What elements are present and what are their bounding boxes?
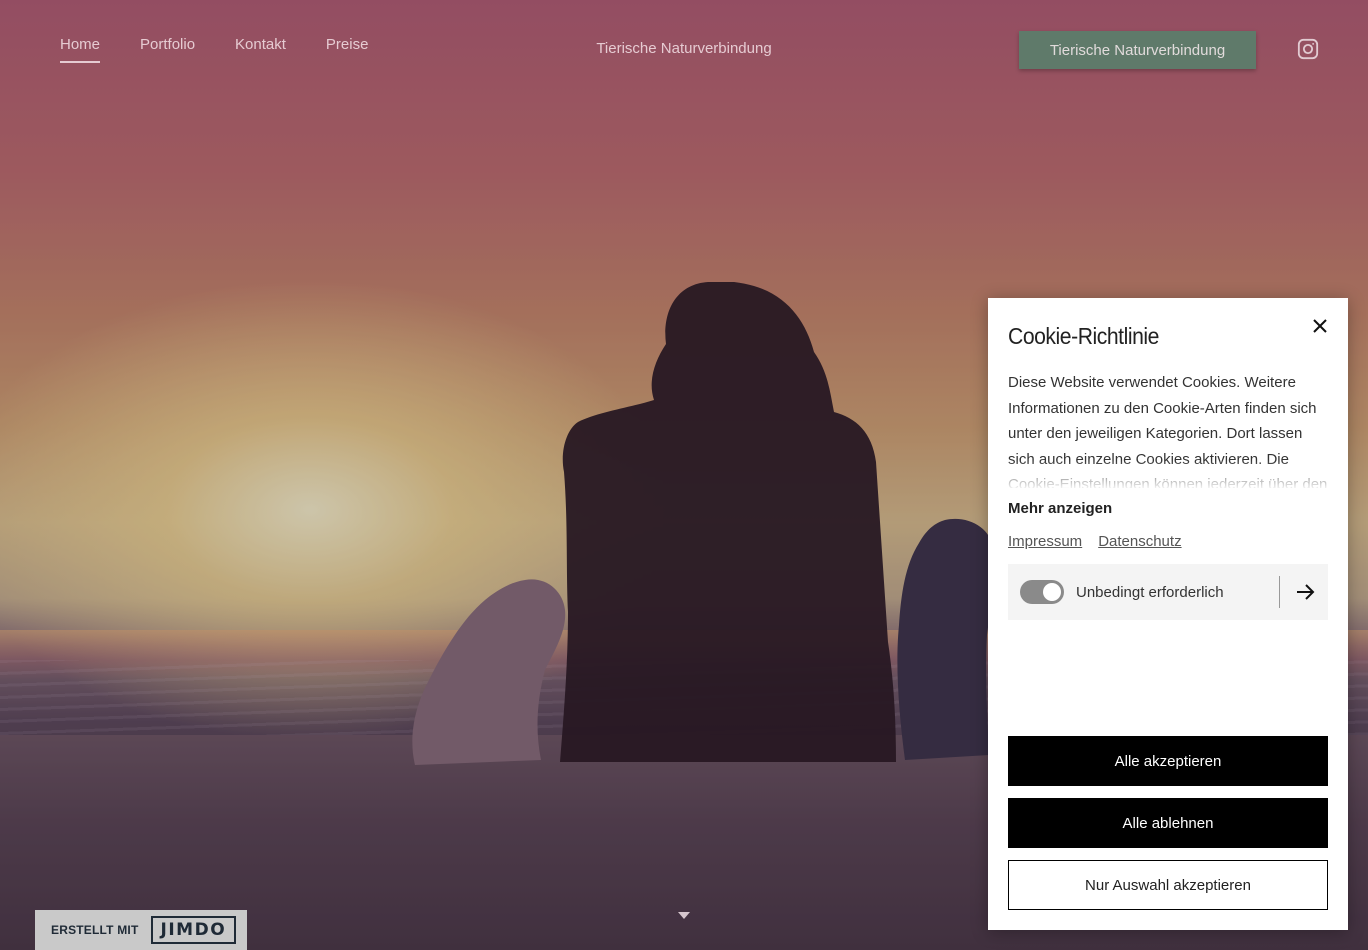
toggle-label: Unbedingt erforderlich <box>1076 583 1224 601</box>
jimdo-made-with: ERSTELLT MIT <box>51 923 139 937</box>
impressum-link[interactable]: Impressum <box>1008 533 1082 550</box>
cookie-category-row: Unbedingt erforderlich <box>1008 564 1328 620</box>
text-fade <box>1008 460 1328 488</box>
accept-all-button[interactable]: Alle akzeptieren <box>1008 736 1328 786</box>
site-title[interactable]: Tierische Naturverbindung <box>596 40 771 57</box>
cookie-text-container[interactable]: Diese Website verwendet Cookies. Weitere… <box>1008 370 1328 488</box>
toggle-knob <box>1043 583 1061 601</box>
scroll-down-icon[interactable] <box>678 912 690 919</box>
cta-button[interactable]: Tierische Naturverbindung <box>1019 31 1256 69</box>
show-more-link[interactable]: Mehr anzeigen <box>1008 500 1328 517</box>
accept-selection-button[interactable]: Nur Auswahl akzeptieren <box>1008 860 1328 910</box>
legal-links: Impressum Datenschutz <box>1008 533 1328 550</box>
nav-item-portfolio[interactable]: Portfolio <box>140 36 195 63</box>
jimdo-logo: JIMDO <box>150 916 237 944</box>
nav-item-preise[interactable]: Preise <box>326 36 369 63</box>
close-icon[interactable] <box>1310 316 1330 336</box>
nav-item-home[interactable]: Home <box>60 36 101 63</box>
datenschutz-link[interactable]: Datenschutz <box>1098 533 1181 550</box>
reject-all-button[interactable]: Alle ablehnen <box>1008 798 1328 848</box>
cookie-title: Cookie-Richtlinie <box>1008 323 1159 349</box>
arrow-right-icon[interactable] <box>1294 581 1316 603</box>
jimdo-badge[interactable]: ERSTELLT MIT JIMDO <box>35 910 247 950</box>
main-nav: Home Portfolio Kontakt Preise <box>60 36 368 63</box>
required-cookies-toggle[interactable] <box>1020 580 1064 604</box>
instagram-icon[interactable] <box>1297 38 1319 60</box>
nav-item-kontakt[interactable]: Kontakt <box>235 36 286 63</box>
divider <box>1279 576 1280 608</box>
cookie-dialog: Cookie-Richtlinie Diese Website verwende… <box>988 298 1348 930</box>
